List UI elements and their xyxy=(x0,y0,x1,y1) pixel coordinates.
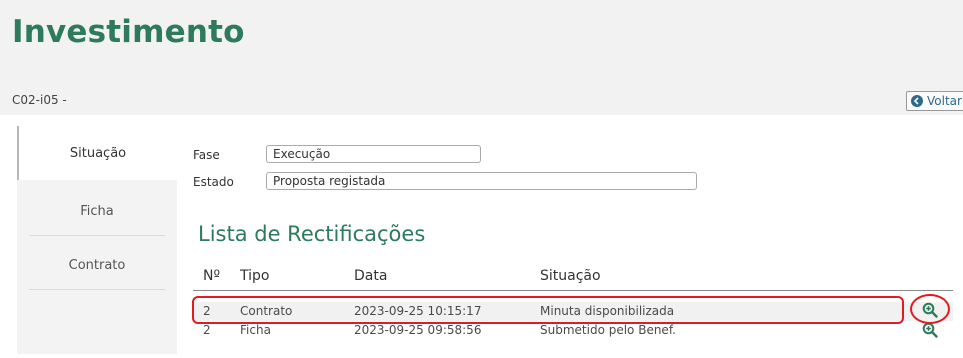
row-data: 2023-09-25 10:15:17 xyxy=(354,304,482,318)
row-num: 2 xyxy=(203,304,211,318)
column-header-num: Nº xyxy=(203,268,221,284)
back-button[interactable]: Voltar xyxy=(906,91,963,111)
estado-field[interactable]: Proposta registada xyxy=(266,172,697,190)
row-num: 2 xyxy=(203,323,211,337)
sidebar-item-contrato[interactable]: Contrato xyxy=(17,258,177,273)
back-arrow-circle-icon xyxy=(911,95,923,107)
sidebar-item-label: Ficha xyxy=(80,204,114,219)
list-title: Lista de Rectificações xyxy=(198,222,426,246)
column-header-situacao: Situação xyxy=(540,268,601,284)
sidebar: Situação Ficha Contrato xyxy=(17,126,177,354)
sidebar-item-situacao[interactable]: Situação xyxy=(17,126,177,180)
sidebar-divider xyxy=(29,289,165,290)
table-header-divider xyxy=(193,290,953,291)
zoom-in-icon[interactable] xyxy=(922,322,938,338)
column-header-data: Data xyxy=(354,268,388,284)
table-row: 2 Ficha 2023-09-25 09:58:56 Submetido pe… xyxy=(193,321,953,340)
row-data: 2023-09-25 09:58:56 xyxy=(354,323,482,337)
row-situacao: Submetido pelo Benef. xyxy=(540,323,676,337)
row-situacao: Minuta disponibilizada xyxy=(540,304,675,318)
fase-field[interactable]: Execução xyxy=(266,145,481,163)
sidebar-item-label: Situação xyxy=(69,145,127,161)
table-row: 2 Contrato 2023-09-25 10:15:17 Minuta di… xyxy=(193,302,953,321)
sidebar-item-ficha[interactable]: Ficha xyxy=(17,204,177,219)
estado-label: Estado xyxy=(193,175,234,189)
column-header-tipo: Tipo xyxy=(240,268,270,284)
fase-label: Fase xyxy=(193,148,220,162)
zoom-in-icon[interactable] xyxy=(922,302,938,318)
row-tipo: Ficha xyxy=(240,323,271,337)
page-title: Investimento xyxy=(12,14,245,50)
sidebar-divider xyxy=(29,235,165,236)
row-tipo: Contrato xyxy=(240,304,293,318)
record-code: C02-i05 - xyxy=(12,93,67,107)
sidebar-item-label: Contrato xyxy=(68,258,126,273)
back-button-label: Voltar xyxy=(927,94,962,108)
